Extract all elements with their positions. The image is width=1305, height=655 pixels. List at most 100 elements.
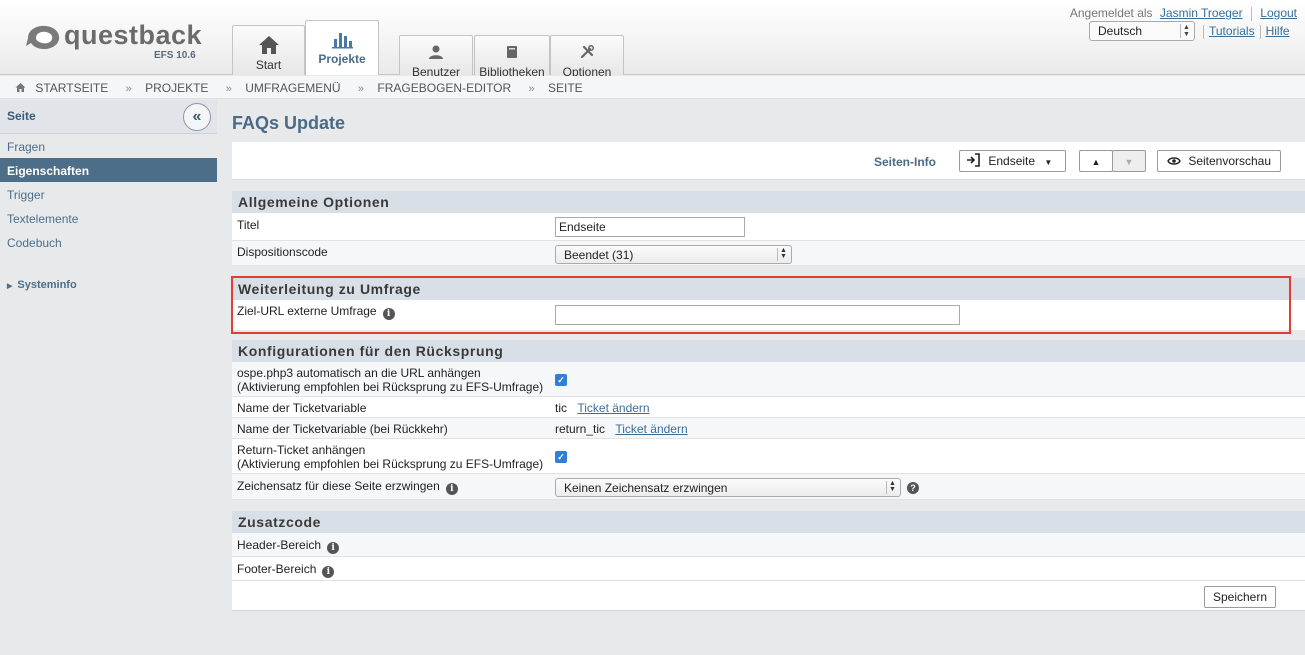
sidebar-item-textelemente[interactable]: Textelemente: [0, 206, 217, 230]
zeichensatz-label-wrap: Zeichensatz für diese Seite erzwingen i: [237, 479, 458, 495]
page-title: FAQs Update: [232, 113, 346, 133]
select-arrows-icon: ▲ ▼: [886, 480, 898, 494]
info-icon[interactable]: i: [322, 566, 335, 578]
row-return-ticket: Return-Ticket anhängen (Aktivierung empf…: [232, 439, 1305, 474]
zeichensatz-label: Zeichensatz für diese Seite erzwingen: [237, 479, 440, 493]
divider: [1259, 24, 1261, 39]
section-header-zusatzcode: Zusatzcode: [232, 511, 1305, 533]
tab-bibliotheken[interactable]: Bibliotheken: [474, 35, 550, 79]
ziel-url-input[interactable]: [555, 305, 960, 325]
divider: [1250, 6, 1252, 21]
titel-input[interactable]: [555, 217, 745, 237]
dispositionscode-label: Dispositionscode: [237, 245, 328, 259]
dispositionscode-select[interactable]: Beendet (31) ▲ ▼: [555, 245, 792, 264]
tab-start[interactable]: Start: [232, 25, 305, 75]
breadcrumb-separator-icon: »: [357, 83, 365, 95]
bar-chart-icon: [332, 33, 353, 49]
eye-icon: [1167, 157, 1181, 165]
sidebar-item-codebuch[interactable]: Codebuch: [0, 230, 217, 254]
save-button[interactable]: Speichern: [1204, 586, 1276, 608]
move-up-button[interactable]: ▲: [1079, 150, 1113, 172]
language-value: Deutsch: [1098, 24, 1143, 38]
breadcrumb-item-projekte[interactable]: PROJEKTE: [145, 81, 208, 95]
titel-label: Titel: [237, 218, 260, 232]
home-icon: [15, 83, 26, 92]
seitenvorschau-button[interactable]: Seitenvorschau: [1157, 150, 1281, 172]
ticketvariable-label: Name der Ticketvariable: [237, 401, 367, 415]
info-icon[interactable]: i: [382, 308, 395, 320]
user-name-link[interactable]: Jasmin Troeger: [1160, 6, 1243, 20]
divider: [1203, 24, 1204, 39]
sidebar-item-fragen[interactable]: Fragen: [0, 134, 217, 158]
sidebar-item-trigger[interactable]: Trigger: [0, 182, 217, 206]
footer-bereich-label-wrap: Footer-Bereich i: [237, 562, 335, 578]
row-zeichensatz: Zeichensatz für diese Seite erzwingen i K…: [232, 474, 1305, 500]
caret-up-icon: ▲: [1091, 157, 1101, 167]
ospe-label-line2: (Aktivierung empfohlen bei Rücksprung zu…: [237, 380, 544, 394]
ospe-checkbox[interactable]: ✓: [555, 374, 567, 386]
ticketvariable-return-value-wrap: return_tic Ticket ändern: [555, 422, 688, 436]
tab-projekte[interactable]: Projekte: [305, 20, 379, 75]
tutorials-link[interactable]: Tutorials: [1209, 24, 1255, 38]
row-ticketvariable: Name der Ticketvariable tic Ticket änder…: [232, 397, 1305, 418]
logged-in-label: Angemeldet als: [1069, 6, 1153, 20]
ticketvariable-value-wrap: tic Ticket ändern: [555, 401, 650, 415]
breadcrumb-separator-icon: »: [528, 83, 535, 95]
tab-label: Start: [255, 58, 282, 72]
breadcrumb-separator-icon: »: [125, 83, 132, 95]
zeichensatz-select[interactable]: Keinen Zeichensatz erzwingen ▲ ▼: [555, 478, 901, 497]
info-icon[interactable]: i: [445, 483, 458, 495]
breadcrumb-item-fragebogen-editor[interactable]: FRAGEBOGEN-EDITOR: [377, 81, 511, 95]
tools-icon: [580, 45, 594, 59]
app-header: questback EFS 10.6 Start Projekte Benutz…: [0, 0, 1305, 79]
help-question-icon[interactable]: ?: [907, 482, 919, 494]
breadcrumb-item-seite[interactable]: SEITE: [548, 81, 583, 95]
return-ticket-aendern-link[interactable]: Ticket ändern: [615, 422, 687, 436]
return-ticket-label-line2: (Aktivierung empfohlen bei Rücksprung zu…: [237, 457, 544, 471]
endseite-dropdown-button[interactable]: Endseite ▼: [959, 150, 1066, 172]
return-ticket-label: Return-Ticket anhängen (Aktivierung empf…: [237, 443, 543, 471]
ticketvariable-return-value: return_tic: [555, 422, 606, 436]
page-toolbar: Seiten-Info Endseite ▼ ▲ ▼ Seitenvorscha…: [232, 142, 1305, 180]
logout-link[interactable]: Logout: [1260, 6, 1297, 20]
section-header-allgemein: Allgemeine Optionen: [232, 191, 1305, 213]
row-dispositionscode: Dispositionscode Beendet (31) ▲ ▼: [232, 241, 1305, 266]
tab-optionen[interactable]: Optionen: [550, 35, 624, 79]
zeichensatz-value: Keinen Zeichensatz erzwingen: [564, 481, 728, 495]
sidebar-header: Seite «: [0, 100, 217, 134]
breadcrumb-item-umfragemenue[interactable]: UMFRAGEMENÜ: [245, 81, 340, 95]
ticketvariable-value: tic: [555, 401, 567, 415]
sidebar-item-eigenschaften[interactable]: Eigenschaften: [0, 158, 217, 182]
sidebar: Seite « Fragen Eigenschaften Trigger Tex…: [0, 100, 217, 291]
move-down-button[interactable]: ▼: [1112, 150, 1146, 172]
row-ticketvariable-return: Name der Ticketvariable (bei Rückkehr) r…: [232, 418, 1305, 439]
home-icon: [258, 36, 279, 54]
return-ticket-checkbox[interactable]: ✓: [555, 451, 567, 463]
seitenvorschau-label: Seitenvorschau: [1188, 154, 1272, 168]
double-chevron-left-icon: «: [192, 108, 202, 125]
breadcrumb-item-startseite[interactable]: STARTSEITE: [35, 81, 108, 95]
ziel-url-label-wrap: Ziel-URL externe Umfrage i: [237, 304, 395, 320]
ticket-aendern-link[interactable]: Ticket ändern: [577, 401, 649, 415]
row-ziel-url: Ziel-URL externe Umfrage i: [232, 300, 1305, 330]
triangle-right-icon: ▶: [7, 283, 13, 290]
help-link[interactable]: Hilfe: [1266, 24, 1290, 38]
questback-logo[interactable]: questback EFS 10.6: [24, 20, 204, 64]
collapse-sidebar-button[interactable]: «: [183, 103, 211, 131]
language-select[interactable]: Deutsch ▲ ▼: [1089, 21, 1195, 41]
logo-text: questback: [64, 20, 203, 50]
endseite-label: Endseite: [988, 154, 1036, 168]
header-bereich-label: Header-Bereich: [237, 538, 322, 552]
ospe-label-line1: ospe.php3 automatisch an die URL anhänge…: [237, 366, 481, 380]
tab-benutzer[interactable]: Benutzer: [399, 35, 473, 79]
select-arrows-icon: ▲ ▼: [1180, 24, 1192, 38]
seiten-info-label: Seiten-Info: [874, 155, 936, 169]
select-arrows-icon: ▲ ▼: [777, 247, 789, 261]
section-header-ruecksprung: Konfigurationen für den Rücksprung: [232, 340, 1305, 362]
return-ticket-label-line1: Return-Ticket anhängen: [237, 443, 366, 457]
sidebar-title: Seite: [7, 109, 36, 123]
systeminfo-toggle[interactable]: ▶ Systeminfo: [7, 279, 77, 291]
logo-version: EFS 10.6: [154, 50, 196, 61]
info-icon[interactable]: i: [327, 542, 340, 554]
section-header-weiterleitung: Weiterleitung zu Umfrage: [232, 278, 1305, 300]
